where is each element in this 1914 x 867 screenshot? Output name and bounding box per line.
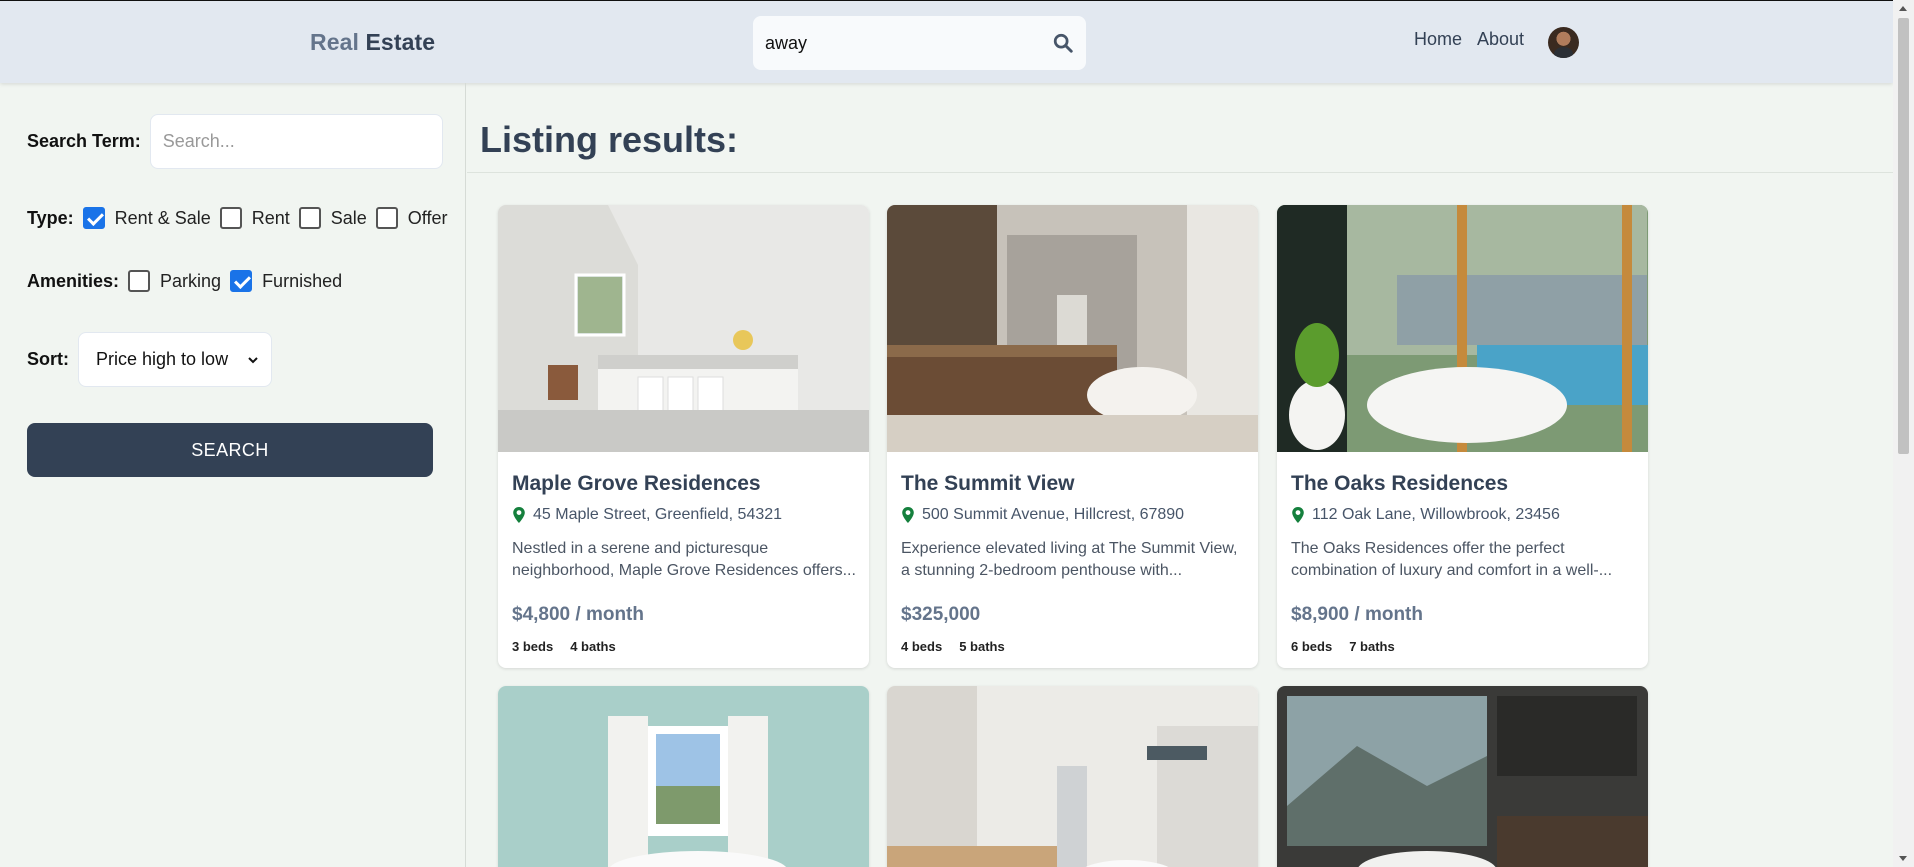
listing-title[interactable]: Maple Grove Residences — [512, 472, 761, 496]
search-term-row: Search Term: Search... — [27, 114, 443, 169]
map-pin-icon — [902, 507, 914, 523]
amenities-row: Amenities: Parking Furnished — [27, 270, 351, 292]
listing-baths: 4 baths — [570, 639, 616, 654]
sort-select[interactable]: Price high to low — [78, 332, 272, 387]
furnished-label: Furnished — [262, 270, 343, 291]
filter-sidebar: Search Term: Search... Type: Rent & Sale… — [0, 83, 466, 867]
listing-description: The Oaks Residences offer the perfect co… — [1291, 540, 1613, 579]
top-header: Real Estate Home About — [0, 1, 1893, 83]
listing-address: 45 Maple Street, Greenfield, 54321 — [512, 506, 782, 524]
scroll-up-arrow-icon[interactable] — [1899, 6, 1907, 11]
listing-photo[interactable] — [498, 686, 869, 867]
listing-baths: 5 baths — [959, 639, 1005, 654]
search-term-input[interactable]: Search... — [149, 114, 443, 169]
listing-description: Experience elevated living at The Summit… — [901, 540, 1238, 579]
furnished-checkbox[interactable] — [230, 270, 253, 292]
sale-label: Sale — [330, 207, 367, 228]
header-search-input[interactable] — [765, 29, 1025, 57]
rent-label: Rent — [251, 207, 290, 228]
listing-photo[interactable] — [1277, 686, 1648, 867]
logo-part-estate: Estate — [365, 29, 436, 55]
nav-home-link[interactable]: Home — [1414, 29, 1462, 50]
results-divider — [467, 172, 1893, 173]
main-nav: Home About — [1414, 29, 1524, 50]
sort-row: Sort: Price high to low — [27, 332, 272, 387]
header-search-box — [753, 16, 1086, 70]
sale-checkbox[interactable] — [298, 207, 321, 229]
parking-label: Parking — [160, 270, 222, 291]
listing-beds: 4 beds — [901, 639, 943, 654]
listing-card[interactable] — [1277, 686, 1648, 867]
results-title: Listing results: — [480, 119, 739, 160]
scrollbar-thumb[interactable] — [1898, 18, 1909, 454]
listing-address: 500 Summit Avenue, Hillcrest, 67890 — [901, 506, 1184, 524]
listing-specs: 3 beds 4 baths — [512, 639, 616, 654]
sort-label: Sort: — [27, 349, 69, 369]
listing-price: $4,800 / month — [512, 604, 644, 625]
listing-baths: 7 baths — [1349, 639, 1395, 654]
listing-title[interactable]: The Oaks Residences — [1291, 472, 1508, 496]
listing-card[interactable] — [498, 686, 869, 867]
listing-specs: 4 beds 5 baths — [901, 639, 1005, 654]
search-button[interactable]: SEARCH — [27, 423, 433, 477]
listing-card[interactable]: Maple Grove Residences 45 Maple Street, … — [498, 205, 869, 668]
rent-and-sale-checkbox[interactable] — [82, 207, 105, 229]
scroll-down-arrow-icon[interactable] — [1899, 856, 1907, 861]
results-panel: Listing results: Maple Grove Residences … — [467, 83, 1893, 867]
search-icon[interactable] — [1052, 32, 1074, 54]
logo[interactable]: Real Estate — [310, 29, 435, 56]
logo-part-real: Real — [310, 29, 359, 55]
listing-price: $8,900 / month — [1291, 604, 1423, 625]
nav-about-link[interactable]: About — [1477, 29, 1524, 50]
parking-checkbox[interactable] — [128, 270, 151, 292]
listing-photo[interactable] — [887, 686, 1258, 867]
user-avatar[interactable] — [1548, 27, 1579, 58]
listing-card[interactable]: The Oaks Residences 112 Oak Lane, Willow… — [1277, 205, 1648, 668]
type-label: Type: — [27, 207, 74, 228]
listing-beds: 3 beds — [512, 639, 554, 654]
type-row: Type: Rent & Sale Rent Sale Offer — [27, 207, 456, 229]
listing-title[interactable]: The Summit View — [901, 472, 1075, 496]
listing-card[interactable]: The Summit View 500 Summit Avenue, Hillc… — [887, 205, 1258, 668]
listing-address: 112 Oak Lane, Willowbrook, 23456 — [1291, 506, 1560, 524]
offer-label: Offer — [407, 207, 448, 228]
listing-address-text: 45 Maple Street, Greenfield, 54321 — [533, 506, 783, 523]
listing-photo[interactable] — [1277, 205, 1648, 452]
listing-card[interactable] — [887, 686, 1258, 867]
map-pin-icon — [1292, 507, 1304, 523]
listing-address-text: 500 Summit Avenue, Hillcrest, 67890 — [922, 506, 1185, 523]
rent-and-sale-label: Rent & Sale — [114, 207, 211, 228]
listing-specs: 6 beds 7 baths — [1291, 639, 1395, 654]
listing-photo[interactable] — [498, 205, 869, 452]
rent-checkbox[interactable] — [219, 207, 242, 229]
listing-photo[interactable] — [887, 205, 1258, 452]
page-scrollbar[interactable] — [1893, 0, 1914, 867]
chevron-down-icon — [248, 356, 258, 363]
map-pin-icon — [513, 507, 525, 523]
sort-select-value: Price high to low — [96, 349, 229, 369]
listing-beds: 6 beds — [1291, 639, 1333, 654]
listing-address-text: 112 Oak Lane, Willowbrook, 23456 — [1312, 506, 1560, 523]
offer-checkbox[interactable] — [375, 207, 398, 229]
listing-price: $325,000 — [901, 604, 981, 625]
listing-description: Nestled in a serene and picturesque neig… — [512, 540, 856, 579]
amenities-label: Amenities: — [27, 270, 120, 291]
search-term-label: Search Term: — [27, 131, 141, 151]
